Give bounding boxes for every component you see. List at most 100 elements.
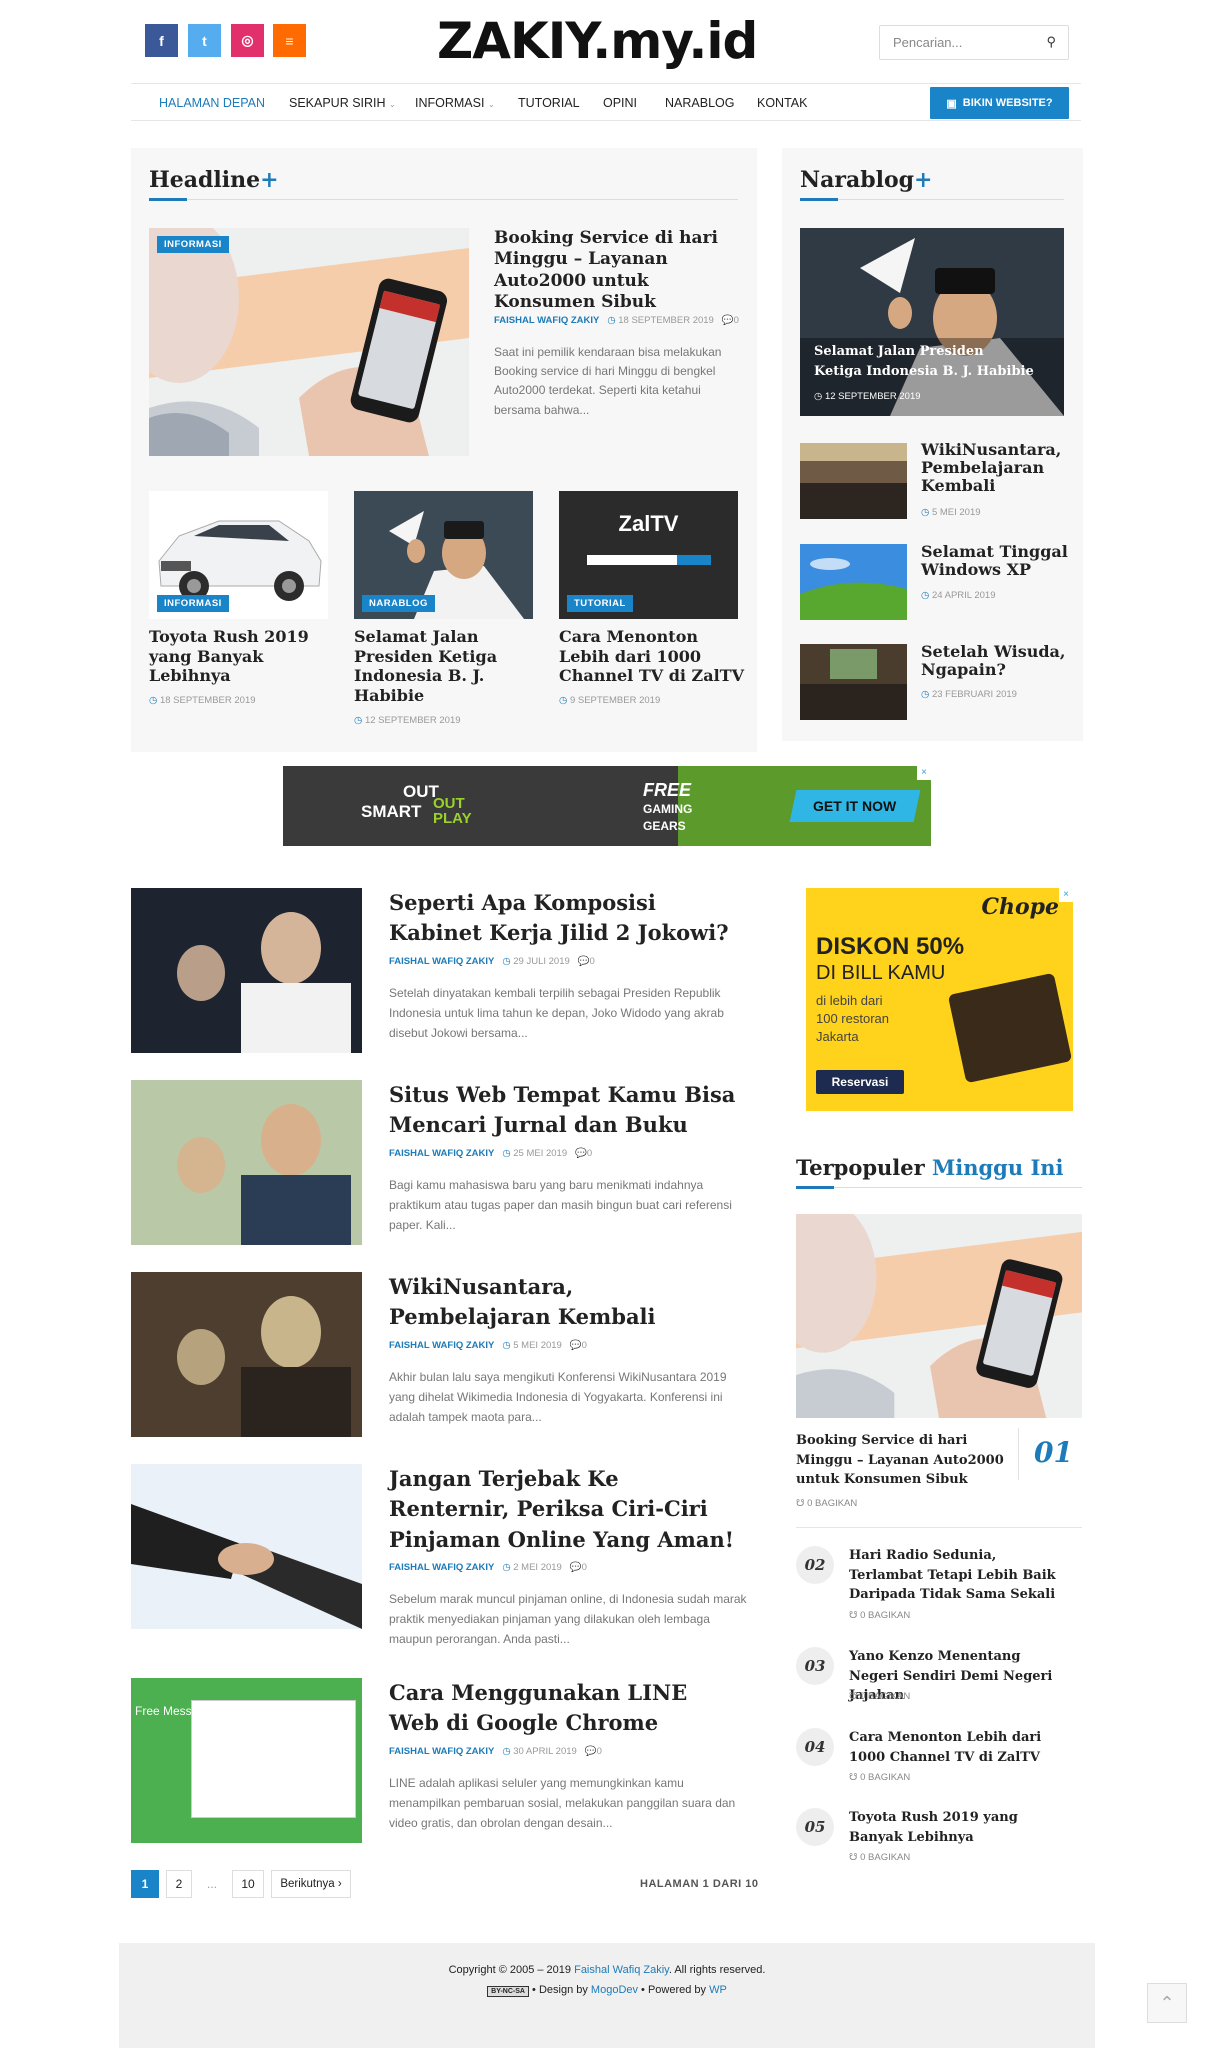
- instagram-button[interactable]: ◎: [231, 24, 264, 57]
- comment-count[interactable]: 0: [597, 1746, 602, 1757]
- narablog-thumb-wikinusantara[interactable]: [800, 443, 907, 519]
- share-icon: ☋: [849, 1852, 858, 1863]
- cc-license-badge[interactable]: BY-NC-SA: [487, 1986, 529, 1997]
- author-footer-link[interactable]: Faishal Wafiq Zakiy: [574, 1964, 669, 1976]
- reservasi-button[interactable]: Reservasi: [816, 1070, 904, 1094]
- comment-icon[interactable]: 💬: [575, 1148, 587, 1159]
- post-thumbnail[interactable]: [131, 1464, 362, 1629]
- mogodev-link[interactable]: MogoDev: [591, 1984, 638, 1996]
- post-title[interactable]: Cara Menggunakan LINE Web di Google Chro…: [389, 1678, 739, 1739]
- search-icon[interactable]: ⚲: [1046, 34, 1056, 50]
- author-link[interactable]: FAISHAL WAFIQ ZAKIY: [494, 315, 599, 326]
- next-page-button[interactable]: Berikutnya ›: [271, 1870, 351, 1898]
- post-title[interactable]: WikiNusantara, Pembelajaran Kembali: [389, 1272, 739, 1333]
- post-title[interactable]: Situs Web Tempat Kamu Bisa Mencari Jurna…: [389, 1080, 739, 1141]
- card-title[interactable]: Selamat Jalan Presiden Ketiga Indonesia …: [354, 627, 533, 705]
- author-link[interactable]: FAISHAL WAFIQ ZAKIY: [389, 1340, 494, 1351]
- comment-count[interactable]: 0: [582, 1562, 587, 1573]
- popular-item-title[interactable]: Cara Menonton Lebih dari 1000 Channel TV…: [849, 1728, 1074, 1767]
- nav-item-halaman-depan[interactable]: HALAMAN DEPAN: [159, 96, 265, 110]
- site-logo[interactable]: ZAKIY.my.id: [437, 12, 758, 70]
- handshake-photo: [131, 1464, 362, 1629]
- post-date: 29 JULI 2019: [513, 956, 570, 967]
- narablog-item-title[interactable]: Setelah Wisuda, Ngapain?: [921, 643, 1071, 679]
- clock-icon: ◷: [354, 715, 363, 726]
- comment-count[interactable]: 0: [582, 1340, 587, 1351]
- rss-button[interactable]: ≡: [273, 24, 306, 57]
- comment-count[interactable]: 0: [587, 1148, 592, 1159]
- headline-main-meta: FAISHAL WAFIQ ZAKIY ◷ 18 SEPTEMBER 2019 …: [494, 315, 739, 326]
- zaltv-button: [677, 555, 711, 565]
- narablog-divider: [800, 198, 1064, 201]
- bikin-website-button[interactable]: ▣ BIKIN WEBSITE?: [930, 87, 1069, 119]
- post-title[interactable]: Jangan Terjebak Ke Renternir, Periksa Ci…: [389, 1464, 739, 1555]
- post-thumbnail[interactable]: Free Messaging: [131, 1678, 362, 1843]
- post-excerpt: LINE adalah aplikasi seluler yang memung…: [389, 1776, 736, 1830]
- twitter-button[interactable]: t: [188, 24, 221, 57]
- group-photo: [800, 443, 907, 519]
- card-meta: ◷ 12 SEPTEMBER 2019: [354, 715, 461, 726]
- post-excerpt: Setelah dinyatakan kembali terpilih seba…: [389, 986, 724, 1040]
- nav-item-opini[interactable]: OPINI: [603, 96, 637, 110]
- author-link[interactable]: FAISHAL WAFIQ ZAKIY: [389, 956, 494, 967]
- post-meta: FAISHAL WAFIQ ZAKIY ◷ 2 MEI 2019 💬0: [389, 1562, 587, 1573]
- category-badge[interactable]: INFORMASI: [157, 236, 229, 253]
- comment-icon[interactable]: 💬: [570, 1562, 582, 1573]
- narablog-item-title[interactable]: WikiNusantara, Pembelajaran Kembali: [921, 441, 1071, 495]
- graduation-hall: [800, 644, 907, 720]
- headline-title: Headline: [149, 167, 261, 193]
- comment-count[interactable]: 0: [590, 956, 595, 967]
- nav-item-kontak[interactable]: KONTAK: [757, 96, 807, 110]
- headline-main-title[interactable]: Booking Service di hari Minggu – Layanan…: [494, 228, 739, 313]
- chope-ad[interactable]: Chope DISKON 50% DI BILL KAMU di lebih d…: [806, 888, 1073, 1111]
- card-title[interactable]: Toyota Rush 2019 yang Banyak Lebihnya: [149, 627, 328, 686]
- comment-count[interactable]: 0: [734, 315, 739, 326]
- popular-item-title[interactable]: Toyota Rush 2019 yang Banyak Lebihnya: [849, 1808, 1074, 1847]
- gaming-ad-banner[interactable]: OUT SMART OUT PLAY FREE GAMING GEARS GET…: [283, 766, 931, 846]
- ad-get-it-now-button[interactable]: GET IT NOW: [789, 790, 921, 822]
- post-thumbnail[interactable]: [131, 888, 362, 1053]
- card-meta: ◷ 18 SEPTEMBER 2019: [149, 695, 256, 706]
- category-badge[interactable]: INFORMASI: [157, 595, 229, 612]
- post-thumbnail[interactable]: [131, 1080, 362, 1245]
- page-2-button[interactable]: 2: [166, 1870, 192, 1898]
- category-badge[interactable]: TUTORIAL: [567, 595, 633, 612]
- author-link[interactable]: FAISHAL WAFIQ ZAKIY: [389, 1148, 494, 1159]
- narablog-thumb-wisuda[interactable]: [800, 644, 907, 720]
- post-title[interactable]: Seperti Apa Komposisi Kabinet Kerja Jili…: [389, 888, 739, 949]
- comment-icon[interactable]: 💬: [570, 1340, 582, 1351]
- page-1-button[interactable]: 1: [131, 1870, 159, 1898]
- back-to-top-button[interactable]: ⌃: [1147, 1983, 1187, 2023]
- card-title[interactable]: Cara Menonton Lebih dari 1000 Channel TV…: [559, 627, 744, 686]
- post-meta: FAISHAL WAFIQ ZAKIY ◷ 5 MEI 2019 💬0: [389, 1340, 587, 1351]
- popular-first-image[interactable]: [796, 1214, 1082, 1418]
- author-link[interactable]: FAISHAL WAFIQ ZAKIY: [389, 1562, 494, 1573]
- wp-link[interactable]: WP: [709, 1984, 727, 1996]
- narablog-featured-image[interactable]: [800, 228, 1064, 416]
- popular-item-title[interactable]: Hari Radio Sedunia, Terlambat Tetapi Leb…: [849, 1546, 1074, 1605]
- chope-logo: Chope: [981, 894, 1059, 920]
- search-input[interactable]: Pencarian... ⚲: [879, 25, 1069, 60]
- category-badge[interactable]: NARABLOG: [362, 595, 435, 612]
- ad-close-icon[interactable]: ×: [1059, 888, 1073, 902]
- nav-item-sekapur-sirih[interactable]: SEKAPUR SIRIH ⌄: [289, 96, 396, 110]
- narablog-thumb-windows-xp[interactable]: [800, 544, 907, 620]
- popular-title: Terpopuler: [796, 1155, 925, 1180]
- page-10-button[interactable]: 10: [232, 1870, 264, 1898]
- author-link[interactable]: FAISHAL WAFIQ ZAKIY: [389, 1746, 494, 1757]
- share-count: 0 BAGIKAN: [860, 1691, 911, 1702]
- nav-item-tutorial[interactable]: TUTORIAL: [518, 96, 580, 110]
- nav-item-narablog[interactable]: NARABLOG: [665, 96, 734, 110]
- narablog-featured-title[interactable]: Selamat Jalan Presiden Ketiga Indonesia …: [814, 342, 1034, 381]
- popular-first-title[interactable]: Booking Service di hari Minggu – Layanan…: [796, 1431, 1006, 1490]
- ad-close-icon[interactable]: ×: [917, 766, 931, 780]
- narablog-item-title[interactable]: Selamat Tinggal Windows XP: [921, 543, 1071, 579]
- comment-icon[interactable]: 💬: [722, 315, 734, 326]
- popular-first-separator: [1018, 1428, 1019, 1480]
- post-thumbnail[interactable]: [131, 1272, 362, 1437]
- comment-icon[interactable]: 💬: [578, 956, 590, 967]
- facebook-button[interactable]: f: [145, 24, 178, 57]
- comment-icon[interactable]: 💬: [585, 1746, 597, 1757]
- nav-item-informasi[interactable]: INFORMASI ⌄: [415, 96, 495, 110]
- headline-main-image[interactable]: [149, 228, 469, 456]
